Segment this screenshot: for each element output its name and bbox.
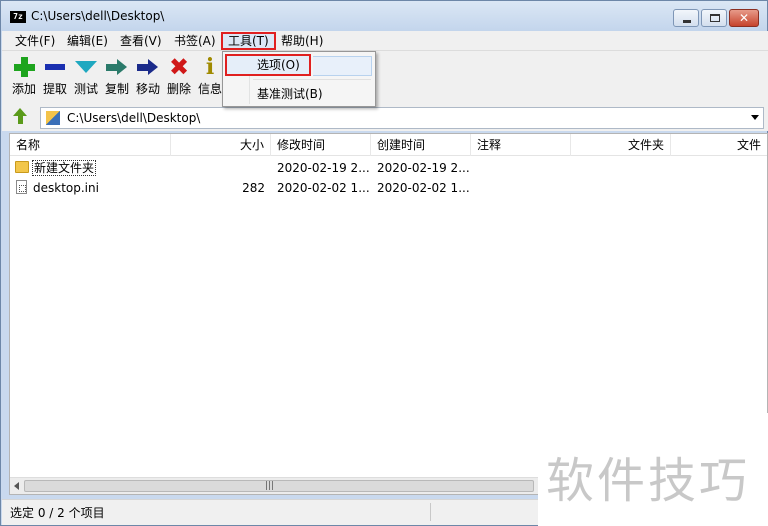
folder-path-icon bbox=[46, 111, 60, 125]
copy-arrow-icon bbox=[102, 55, 132, 81]
info-button[interactable]: i 信息 bbox=[195, 55, 225, 97]
file-name: desktop.ini bbox=[33, 181, 99, 195]
table-row[interactable]: desktop.ini 282 2020-02-02 1... 2020-02-… bbox=[10, 178, 767, 198]
copy-label: 复制 bbox=[104, 82, 129, 96]
menu-item-benchmark[interactable]: 基准测试(B) bbox=[225, 83, 373, 105]
menu-bar: 文件(F) 编辑(E) 查看(V) 书签(A) 工具(T) 帮助(H) bbox=[2, 31, 768, 51]
column-modified[interactable]: 修改时间 bbox=[271, 134, 371, 156]
plus-icon bbox=[9, 55, 39, 81]
column-headers: 名称 大小 修改时间 创建时间 注释 文件夹 文件 bbox=[10, 134, 767, 156]
scroll-thumb[interactable]: ||| bbox=[24, 480, 534, 492]
menu-item-options[interactable]: 选项(O) bbox=[225, 54, 372, 76]
check-icon bbox=[71, 55, 101, 81]
move-label: 移动 bbox=[135, 82, 160, 96]
watermark-text: 软件技巧 bbox=[546, 453, 751, 509]
file-size bbox=[171, 158, 265, 178]
up-folder-button[interactable] bbox=[10, 108, 30, 126]
extract-button[interactable]: 提取 bbox=[40, 55, 70, 97]
add-label: 添加 bbox=[11, 82, 36, 96]
app-window: 7z C:\Users\dell\Desktop\ ✕ 文件(F) 编辑(E) … bbox=[0, 0, 768, 526]
delete-label: 删除 bbox=[166, 82, 191, 96]
menu-bookmarks[interactable]: 书签(A) bbox=[169, 32, 221, 50]
column-created[interactable]: 创建时间 bbox=[371, 134, 471, 156]
file-size: 282 bbox=[242, 181, 265, 195]
close-button[interactable]: ✕ bbox=[729, 9, 759, 27]
info-icon: i bbox=[205, 54, 215, 80]
delete-button[interactable]: ✖ 删除 bbox=[164, 55, 194, 97]
table-row[interactable]: 新建文件夹 2020-02-19 2... 2020-02-19 2... bbox=[10, 158, 767, 178]
file-created: 2020-02-02 1... bbox=[377, 181, 470, 195]
minus-icon bbox=[40, 55, 70, 81]
menu-separator bbox=[253, 79, 371, 80]
menu-file[interactable]: 文件(F) bbox=[10, 32, 60, 50]
ini-file-icon bbox=[16, 180, 27, 194]
maximize-icon bbox=[710, 14, 720, 22]
menu-help[interactable]: 帮助(H) bbox=[276, 32, 328, 50]
column-name[interactable]: 名称 bbox=[10, 134, 171, 156]
file-created: 2020-02-19 2... bbox=[377, 161, 470, 175]
title-bar[interactable]: 7z C:\Users\dell\Desktop\ ✕ bbox=[1, 1, 767, 31]
info-label: 信息 bbox=[197, 82, 222, 96]
extract-label: 提取 bbox=[42, 82, 67, 96]
test-button[interactable]: 测试 bbox=[71, 55, 101, 97]
column-comment[interactable]: 注释 bbox=[471, 134, 571, 156]
column-files[interactable]: 文件 bbox=[671, 134, 767, 156]
column-folders[interactable]: 文件夹 bbox=[571, 134, 671, 156]
test-label: 测试 bbox=[73, 82, 98, 96]
minimize-icon bbox=[683, 20, 691, 23]
address-dropdown-icon[interactable] bbox=[751, 115, 759, 120]
address-path: C:\Users\dell\Desktop\ bbox=[67, 111, 201, 125]
scroll-left-icon[interactable] bbox=[14, 482, 19, 490]
menu-tools[interactable]: 工具(T) bbox=[221, 32, 276, 50]
tools-dropdown-menu: 选项(O) 基准测试(B) bbox=[222, 51, 376, 107]
maximize-button[interactable] bbox=[701, 9, 727, 27]
address-bar: C:\Users\dell\Desktop\ bbox=[2, 103, 768, 131]
menu-view[interactable]: 查看(V) bbox=[115, 32, 167, 50]
file-name: 新建文件夹 bbox=[32, 160, 97, 176]
add-button[interactable]: 添加 bbox=[9, 55, 39, 97]
status-text: 选定 0 / 2 个项目 bbox=[10, 506, 105, 520]
delete-x-icon: ✖ bbox=[168, 53, 190, 81]
address-input[interactable]: C:\Users\dell\Desktop\ bbox=[40, 107, 764, 129]
copy-button[interactable]: 复制 bbox=[102, 55, 132, 97]
folder-icon bbox=[15, 161, 29, 173]
menu-edit[interactable]: 编辑(E) bbox=[62, 32, 113, 50]
column-size[interactable]: 大小 bbox=[171, 134, 271, 156]
status-divider bbox=[430, 503, 431, 521]
move-arrow-icon bbox=[133, 55, 163, 81]
minimize-button[interactable] bbox=[673, 9, 699, 27]
file-modified: 2020-02-19 2... bbox=[277, 161, 370, 175]
window-title: C:\Users\dell\Desktop\ bbox=[31, 9, 165, 23]
scroll-grip: ||| bbox=[265, 481, 275, 491]
toolbar: 添加 提取 测试 复制 移动 ✖ 删除 i 信息 bbox=[2, 51, 768, 103]
7zip-app-icon: 7z bbox=[10, 11, 26, 23]
move-button[interactable]: 移动 bbox=[133, 55, 163, 97]
file-modified: 2020-02-02 1... bbox=[277, 181, 370, 195]
close-icon: ✕ bbox=[738, 11, 750, 25]
